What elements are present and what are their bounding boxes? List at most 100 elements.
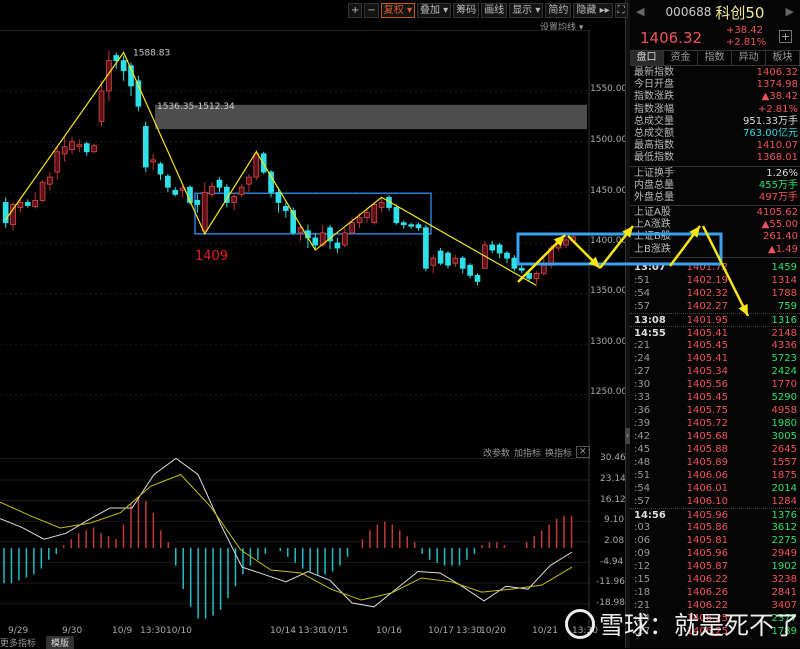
- tick-price: 1405.72: [686, 417, 728, 429]
- candle-body: [165, 175, 171, 188]
- candle-body: [526, 272, 532, 279]
- tick-price: 1405.56: [686, 378, 728, 390]
- tick-time: 13:07: [634, 261, 666, 273]
- candle-body: [540, 264, 547, 274]
- price-axis-label: 1550.00: [590, 84, 628, 94]
- candle-body: [150, 159, 156, 163]
- tab-3[interactable]: 异动: [732, 51, 766, 65]
- candle-body: [157, 163, 164, 175]
- candle-body: [83, 143, 90, 153]
- tick-row: :36 1405.75 4958: [630, 404, 800, 417]
- stat-value: 1374.98: [756, 79, 798, 91]
- candle-body: [504, 252, 510, 259]
- tick-volume: 1875: [771, 469, 797, 481]
- simple-button[interactable]: 简约: [545, 3, 572, 18]
- prev-arrow-icon[interactable]: ◀: [636, 5, 644, 18]
- candle-body: [511, 257, 518, 269]
- macd-chart[interactable]: [0, 440, 590, 625]
- tick-time: 14:55: [634, 327, 666, 339]
- tab-1[interactable]: 资金: [664, 51, 698, 65]
- tick-time: :03: [634, 521, 651, 533]
- chips-button[interactable]: 筹码: [453, 3, 480, 18]
- candle-body: [54, 151, 61, 173]
- candle-body: [533, 272, 540, 279]
- tick-price: 1406.22: [686, 573, 728, 585]
- candle-body: [216, 179, 223, 188]
- tab-4[interactable]: 板块: [766, 51, 800, 65]
- adjust-button[interactable]: 复权 ▾: [380, 3, 415, 18]
- zoom-in-button[interactable]: +: [348, 3, 363, 18]
- tick-row: 13:08 1401.95 1316: [630, 312, 800, 326]
- xueqiu-logo-icon: [565, 609, 595, 639]
- stat-label: 最低指数: [634, 152, 674, 164]
- candle-body: [76, 144, 83, 148]
- tick-volume: 1284: [771, 495, 797, 507]
- tick-price: 1401.72: [686, 261, 728, 273]
- switch-indicator-button[interactable]: 换指标: [545, 446, 572, 459]
- tick-price: 1406.01: [686, 482, 728, 494]
- tick-row: :51 1406.06 1875: [630, 469, 800, 482]
- add-watchlist-icon[interactable]: +: [779, 30, 792, 43]
- stat-label: 外盘总量: [634, 191, 674, 203]
- zoom-out-button[interactable]: −: [364, 3, 379, 18]
- candle-body: [415, 224, 422, 229]
- add-indicator-button[interactable]: 加指标: [514, 446, 541, 459]
- tick-volume: 5723: [771, 352, 797, 364]
- tick-row: 14:56 1405.96 1376: [630, 507, 800, 521]
- tick-time: :51: [634, 469, 651, 481]
- stat-value: 455万手: [758, 179, 798, 191]
- draw-line-button[interactable]: 画线: [481, 3, 508, 18]
- stat-label: 上A涨跌: [634, 219, 671, 231]
- candle-body: [238, 186, 245, 195]
- stat-row: 上B涨跌 ▲1.49: [630, 244, 800, 256]
- stat-value: 763.00亿元: [743, 127, 798, 139]
- tick-time: :36: [634, 404, 651, 416]
- template-tab[interactable]: 模版: [46, 636, 75, 649]
- tick-row: :18 1406.26 2841: [630, 586, 800, 599]
- tick-row: :42 1405.68 3005: [630, 430, 800, 443]
- tick-row: :57 1406.10 1284: [630, 495, 800, 508]
- time-axis-label: 10/21: [532, 626, 558, 636]
- candle-body: [17, 202, 24, 208]
- close-indicator-icon[interactable]: ✕: [576, 446, 590, 458]
- tick-row: :48 1405.89 1557: [630, 456, 800, 469]
- tick-row: :03 1405.86 3612: [630, 521, 800, 534]
- tick-time: :33: [634, 391, 651, 403]
- tick-volume: 1314: [771, 274, 797, 286]
- next-arrow-icon[interactable]: ▶: [786, 5, 794, 18]
- tick-time: 14:56: [634, 509, 666, 521]
- stat-value: 1.26%: [766, 167, 798, 179]
- display-button[interactable]: 显示 ▾: [509, 3, 544, 18]
- overlay-button[interactable]: 叠加 ▾: [416, 3, 452, 18]
- tick-row: 14:55 1405.41 2148: [630, 325, 800, 339]
- edit-params-button[interactable]: 改参数: [483, 446, 510, 459]
- candle-body: [430, 257, 437, 266]
- tab-0[interactable]: 盘口: [630, 51, 664, 65]
- hide-button[interactable]: 隐藏 ▸▸: [573, 3, 613, 18]
- candle-body: [91, 145, 97, 153]
- stats-group: 上证换手 1.26% 内盘总量 455万手 外盘总量 497万手: [630, 167, 800, 207]
- candle-body: [570, 236, 577, 242]
- stat-label: 最新指数: [634, 67, 674, 78]
- tick-row: :33 1405.45 5290: [630, 391, 800, 404]
- time-axis-label: 10/20: [480, 626, 506, 636]
- more-indicators-tab[interactable]: 更多指标: [0, 636, 36, 649]
- tick-volume: 5290: [771, 391, 797, 403]
- tick-time: :54: [634, 287, 651, 299]
- fullscreen-icon[interactable]: ⛶: [614, 3, 628, 18]
- tick-time: :54: [634, 482, 651, 494]
- tick-price: 1401.95: [686, 314, 728, 326]
- stat-value: 497万手: [758, 191, 798, 203]
- time-axis-label: 9/30: [62, 626, 83, 636]
- tick-time: :12: [634, 560, 651, 572]
- tab-2[interactable]: 指数: [698, 51, 732, 65]
- candle-body: [275, 191, 282, 203]
- price-chart[interactable]: 1588.83 1536.35-1512.34 1409: [0, 30, 590, 440]
- tick-row: :21 1405.45 4336: [630, 339, 800, 352]
- candle-body: [445, 252, 451, 266]
- price-axis-label: 1400.00: [590, 236, 628, 246]
- tick-price: 1405.86: [686, 521, 728, 533]
- price-axis-label: 1450.00: [590, 186, 628, 196]
- candle-body: [489, 244, 496, 251]
- stat-value: 4105.62: [756, 207, 798, 219]
